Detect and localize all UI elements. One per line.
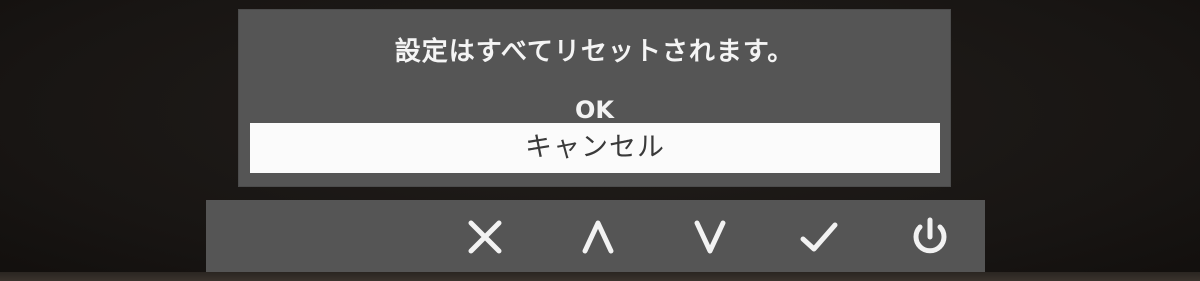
osd-button-bar bbox=[206, 200, 985, 273]
down-button[interactable] bbox=[680, 200, 740, 273]
checkmark-icon bbox=[800, 222, 838, 251]
cancel-option[interactable]: キャンセル bbox=[250, 123, 940, 173]
up-button[interactable] bbox=[568, 200, 628, 273]
monitor-bezel bbox=[0, 272, 1200, 281]
close-icon bbox=[468, 220, 502, 253]
close-button[interactable] bbox=[455, 200, 515, 273]
monitor-screen: 設定はすべてリセットされます。 OK キャンセル bbox=[0, 0, 1200, 281]
confirm-button[interactable] bbox=[789, 200, 849, 273]
chevron-up-icon bbox=[582, 220, 614, 253]
dialog-message: 設定はすべてリセットされます。 bbox=[394, 37, 795, 67]
ok-option[interactable]: OK bbox=[239, 94, 950, 126]
power-icon bbox=[913, 217, 947, 253]
reset-confirm-dialog: 設定はすべてリセットされます。 OK キャンセル bbox=[239, 10, 950, 186]
chevron-down-icon bbox=[694, 220, 726, 253]
power-button[interactable] bbox=[900, 200, 960, 273]
